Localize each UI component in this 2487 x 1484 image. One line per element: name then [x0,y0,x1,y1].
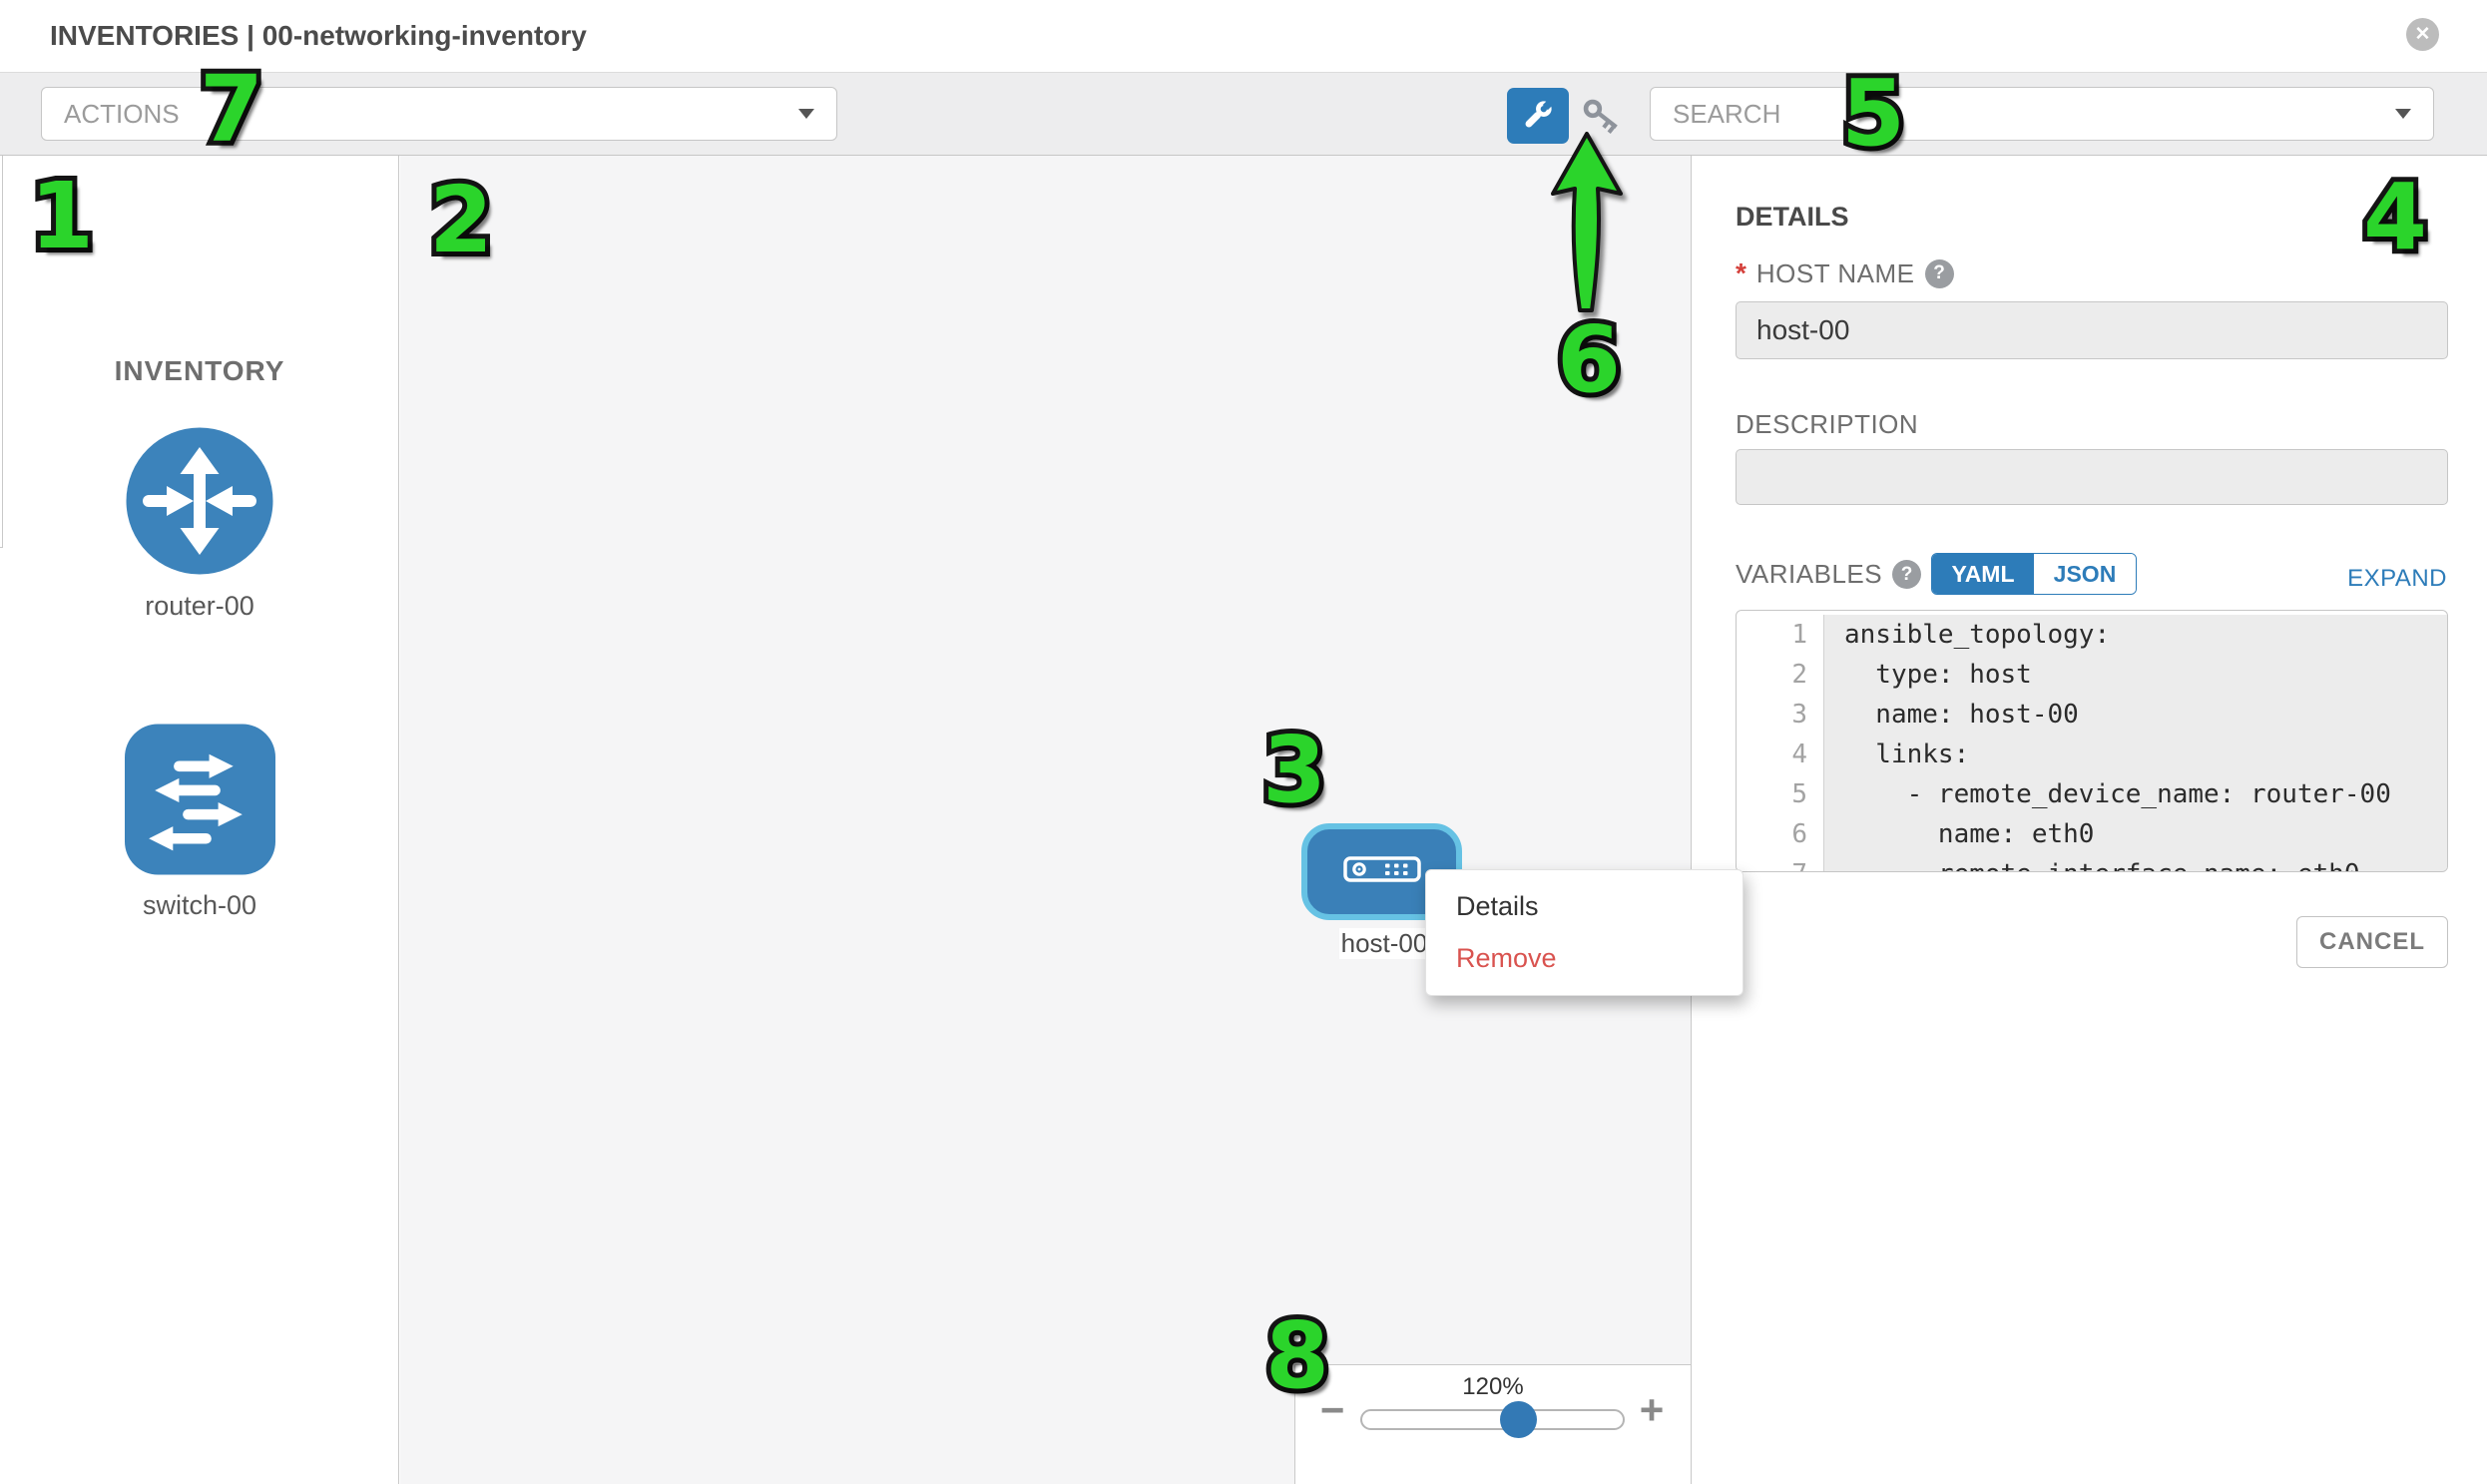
zoom-slider[interactable] [1360,1409,1625,1430]
line-number: 7 [1737,854,1824,872]
zoom-control-panel: 120% − + [1294,1364,1691,1484]
palette-item-switch[interactable]: switch-00 [0,724,399,921]
description-field[interactable] [1736,449,2448,505]
zoom-slider-thumb[interactable] [1500,1401,1537,1438]
code-line: 4 links: [1737,735,2447,774]
router-icon [125,563,274,580]
menu-item-remove[interactable]: Remove [1426,932,1742,984]
host-node-label: host-00 [1339,928,1429,959]
host-icon [1343,856,1421,887]
line-number: 2 [1737,655,1824,695]
page-title: INVENTORIES | 00-networking-inventory [50,0,587,72]
actions-dropdown-label: ACTIONS [64,99,180,130]
menu-item-details[interactable]: Details [1426,880,1742,932]
line-text: name: host-00 [1824,695,2447,735]
line-text: type: host [1824,655,2447,695]
help-icon[interactable]: ? [1892,560,1921,589]
configure-button[interactable] [1507,88,1569,144]
title-bar: INVENTORIES | 00-networking-inventory ✕ [0,0,2487,72]
line-number: 4 [1737,735,1824,774]
search-dropdown[interactable]: SEARCH [1650,87,2434,141]
toggle-json-button[interactable]: JSON [2034,554,2136,594]
details-panel: DETAILS * HOST NAME ? DESCRIPTION VARIAB… [1691,156,2487,1484]
line-number: 6 [1737,814,1824,854]
required-asterisk: * [1736,257,1746,289]
cancel-button[interactable]: CANCEL [2296,916,2448,968]
zoom-out-icon[interactable]: − [1315,1389,1349,1431]
line-text: links: [1824,735,2447,774]
switch-icon [125,862,275,879]
palette-item-label: switch-00 [0,890,399,921]
inventory-sidebar-title: INVENTORY [0,355,399,387]
line-text: remote_interface_name: eth0 [1824,854,2447,872]
code-line: 7 remote_interface_name: eth0 [1737,854,2447,872]
line-number: 1 [1737,615,1824,655]
line-text: name: eth0 [1824,814,2447,854]
line-text: ansible_topology: [1824,615,2447,655]
sidebar-edge-divider [0,156,3,548]
code-line: 3 name: host-00 [1737,695,2447,735]
chevron-down-icon [798,109,814,119]
inventory-sidebar: INVENTORY [0,156,399,1484]
node-context-menu: Details Remove [1425,869,1743,996]
actions-dropdown[interactable]: ACTIONS [41,87,837,141]
zoom-level-value: 120% [1295,1373,1691,1401]
code-line: 6 name: eth0 [1737,814,2447,854]
description-label-row: DESCRIPTION [1736,409,1918,440]
zoom-in-icon[interactable]: + [1635,1389,1669,1431]
code-line: 1 ansible_topology: [1737,615,2447,655]
palette-item-label: router-00 [0,591,399,622]
code-line: 5 - remote_device_name: router-00 [1737,774,2447,814]
toggle-yaml-button[interactable]: YAML [1932,554,2034,594]
description-label: DESCRIPTION [1736,409,1918,440]
palette-item-router[interactable]: router-00 [0,426,399,622]
toolbar: ACTIONS [0,72,2487,156]
host-name-field[interactable] [1736,301,2448,359]
line-text: - remote_device_name: router-00 [1824,774,2447,814]
details-panel-title: DETAILS [1736,202,1849,233]
help-icon[interactable]: ? [1925,259,1954,288]
topology-canvas[interactable]: host-00 Details Remove [400,156,1691,1484]
host-name-label: HOST NAME [1756,258,1915,289]
wrench-icon [1520,97,1556,136]
variables-label: VARIABLES [1736,559,1882,590]
chevron-down-icon [2395,109,2411,119]
inventory-topology-app: INVENTORIES | 00-networking-inventory ✕ … [0,0,2487,1484]
variables-code-editor[interactable]: 1 ansible_topology: 2 type: host 3 name:… [1736,610,2448,872]
host-name-label-row: * HOST NAME ? [1736,257,1954,289]
key-icon [1579,93,1625,142]
code-line: 2 type: host [1737,655,2447,695]
line-number: 3 [1737,695,1824,735]
variables-label-row: VARIABLES ? [1736,559,1921,590]
close-icon[interactable]: ✕ [2406,18,2439,51]
search-placeholder: SEARCH [1673,99,1780,130]
expand-link[interactable]: EXPAND [2347,565,2447,593]
variables-format-toggle: YAML JSON [1931,553,2137,595]
line-number: 5 [1737,774,1824,814]
credentials-key-button[interactable] [1577,92,1627,142]
